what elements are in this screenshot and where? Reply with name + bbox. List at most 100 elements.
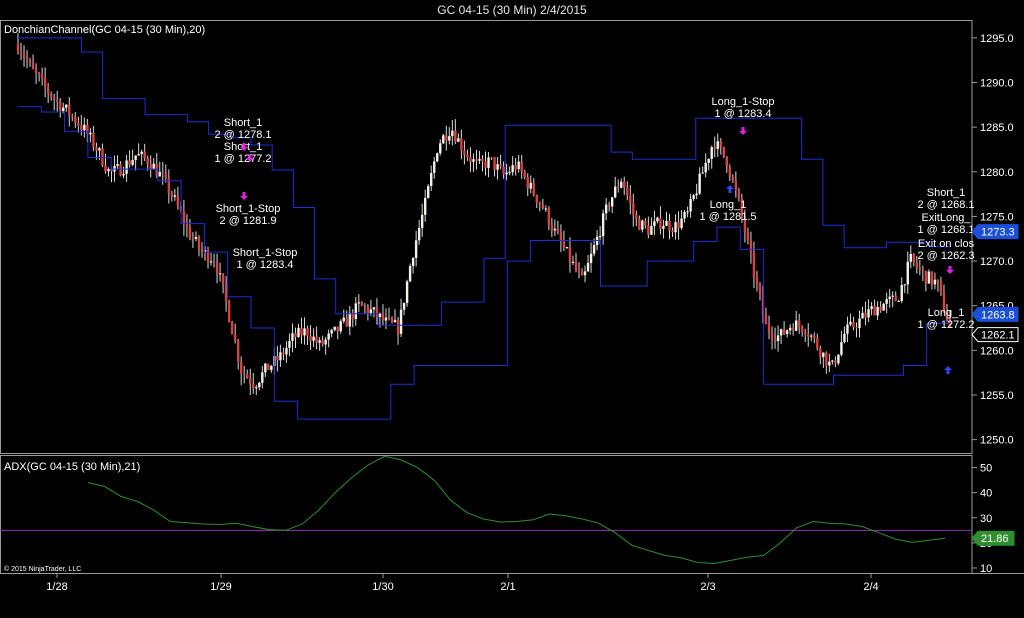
candle-down [924,271,928,284]
candle-down [532,182,535,196]
candle-down [149,164,152,170]
candle-up [291,333,294,341]
candle-up [327,333,330,340]
long-entry-arrow [726,185,734,193]
candle-up [837,354,840,364]
candle-up [258,382,261,388]
candle-up [402,302,406,310]
candle-down [246,374,249,379]
candle-up [487,157,490,168]
candle-down [454,130,457,142]
candle-down [230,321,234,335]
candle-up [511,165,514,173]
candle-down [915,262,919,268]
candle-up [173,195,177,197]
candle-up [604,204,608,214]
candle-up [586,262,590,272]
candle-down [360,302,364,306]
candle-down [59,101,62,112]
candle-up [508,172,511,174]
candle-up [716,141,719,149]
candle-down [227,301,231,322]
candle-down [758,284,762,295]
candle-up [858,318,861,329]
candle-up [457,138,460,142]
candle-up [83,124,86,131]
candle-down [816,338,819,349]
candle-down [252,383,255,389]
candle-down [466,154,469,158]
x-tick-label: 1/30 [372,581,393,593]
candle-down [215,262,219,274]
candle-down [749,240,753,253]
trade-label-fill: 1 @ 1283.4 [236,259,293,271]
candle-up [653,221,656,226]
candle-down [825,352,828,366]
candle-down [19,51,23,54]
candle-down [894,295,897,302]
candle-up [698,173,701,194]
candle-down [224,284,228,302]
candle-up [131,159,134,165]
price-tick-label: 1270.0 [980,256,1014,268]
candle-down [161,171,164,174]
candle-up [876,306,879,316]
price-tag-upper-text: 1273.3 [981,227,1015,239]
candle-down [607,204,611,207]
candle-down [390,318,394,323]
candle-down [22,53,26,59]
candle-up [62,107,65,112]
candle-down [541,204,545,209]
candle-down [514,165,517,170]
candle-down [547,208,551,226]
candle-up [583,271,587,276]
candle-down [143,151,146,158]
candle-down [37,73,41,76]
candle-up [194,237,198,239]
x-tick-label: 1/29 [210,581,231,593]
candle-up [270,365,273,371]
candle-down [43,78,47,87]
candle-up [861,312,864,319]
trade-label-name: Long_1-Stop [712,96,775,108]
x-tick-label: 2/1 [500,581,515,593]
price-tag-last-text: 1262.1 [981,330,1015,342]
candle-down [200,248,204,252]
candle-up [695,193,698,196]
candle-down [46,86,50,94]
candle-up [218,273,222,275]
chart-canvas[interactable]: 1295.01290.01285.01280.01275.01270.01265… [0,0,1024,618]
candle-down [499,164,502,167]
candle-down [363,305,367,307]
candle-down [930,271,934,285]
trade-label-fill: 2 @ 1268.1 [917,199,974,211]
candle-down [294,333,297,337]
candle-down [647,225,650,235]
candle-down [659,217,662,229]
candle-down [212,261,216,263]
candle-down [463,150,466,155]
candle-up [448,136,451,141]
candle-down [315,336,318,343]
candle-down [185,224,189,227]
candle-down [387,317,391,319]
adx-tick-label: 30 [980,513,992,525]
candle-down [834,360,837,364]
candle-up [427,186,430,198]
candle-up [610,197,614,207]
candle-up [107,168,110,172]
price-panel-frame [0,20,973,454]
candle-up [420,214,424,228]
candle-up [710,147,713,159]
candle-up [620,181,623,188]
candle-up [318,340,321,343]
candle-down [221,273,225,285]
candle-up [303,328,306,336]
trade-label-name: Short_1 [224,117,263,129]
x-tick-label: 2/3 [700,581,715,593]
candle-up [324,339,327,345]
candle-down [626,187,629,196]
candle-up [496,164,499,170]
candle-up [846,324,849,334]
price-tick-label: 1295.0 [980,33,1014,45]
